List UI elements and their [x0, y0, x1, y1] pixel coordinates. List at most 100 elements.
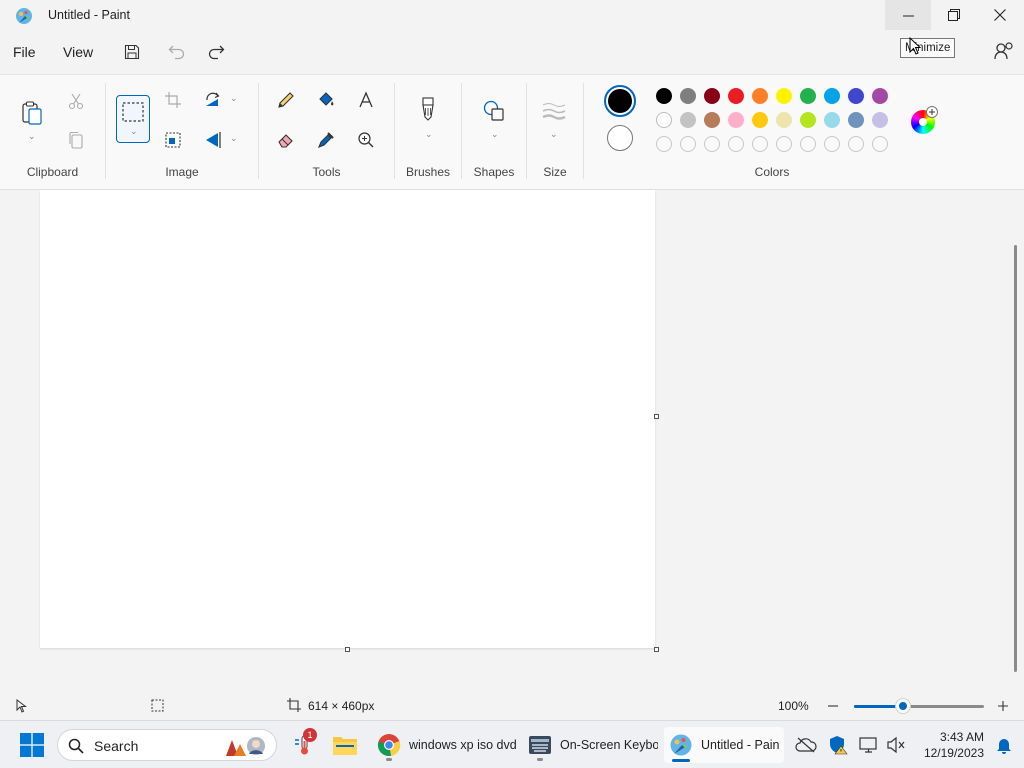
menu-file[interactable]: File — [13, 44, 36, 60]
color-swatch[interactable] — [656, 112, 672, 128]
taskbar-app-paint[interactable]: Untitled - Pain — [664, 727, 784, 763]
flip-button[interactable] — [199, 126, 227, 154]
color-swatch[interactable] — [800, 112, 816, 128]
search-label: Search — [94, 738, 139, 754]
color-swatch[interactable] — [704, 112, 720, 128]
color-swatch[interactable] — [752, 88, 768, 104]
brushes-button[interactable] — [414, 95, 442, 123]
restore-button[interactable] — [931, 0, 977, 30]
secondary-color-button[interactable] — [607, 125, 633, 151]
color-swatch[interactable] — [704, 88, 720, 104]
fill-button[interactable] — [312, 86, 340, 114]
color-swatch[interactable] — [728, 88, 744, 104]
custom-color-slot[interactable] — [656, 136, 672, 152]
primary-color-button[interactable] — [604, 85, 636, 117]
color-picker-button[interactable] — [312, 126, 340, 154]
color-swatch[interactable] — [800, 88, 816, 104]
canvas-resize-handle-corner[interactable] — [654, 647, 659, 652]
custom-color-slot[interactable] — [776, 136, 792, 152]
cut-button[interactable] — [62, 87, 90, 115]
shapes-dropdown-chevron-icon[interactable]: ⌄ — [491, 129, 499, 140]
speaker-muted-icon — [887, 736, 905, 754]
taskbar-search-box[interactable]: Search — [57, 729, 277, 761]
size-dropdown-chevron-icon[interactable]: ⌄ — [550, 129, 558, 140]
zoom-level-text[interactable]: 100% — [778, 699, 809, 713]
custom-color-slot[interactable] — [824, 136, 840, 152]
custom-color-slot[interactable] — [872, 136, 888, 152]
notification-badge: 1 — [303, 728, 317, 742]
redo-button[interactable] — [203, 40, 229, 64]
custom-color-slot[interactable] — [800, 136, 816, 152]
rotate-dropdown-chevron-icon[interactable]: ⌄ — [230, 93, 238, 104]
taskbar-app-chrome[interactable]: windows xp iso dvd — [372, 727, 520, 763]
running-indicator — [537, 758, 543, 761]
color-swatch[interactable] — [752, 112, 768, 128]
text-button[interactable] — [352, 86, 380, 114]
custom-color-slot[interactable] — [680, 136, 696, 152]
menu-view[interactable]: View — [63, 44, 93, 60]
color-swatch[interactable] — [872, 112, 888, 128]
tray-onedrive[interactable] — [790, 729, 822, 761]
brushes-label: Brushes — [405, 165, 451, 179]
custom-color-slot[interactable] — [704, 136, 720, 152]
colors-label: Colors — [754, 165, 790, 179]
start-button[interactable] — [16, 729, 48, 761]
flip-icon — [206, 132, 221, 148]
color-swatch[interactable] — [680, 88, 696, 104]
zoom-out-icon[interactable] — [827, 700, 839, 712]
color-swatch[interactable] — [680, 112, 696, 128]
taskbar-file-explorer[interactable] — [329, 729, 361, 761]
zoom-in-icon[interactable] — [997, 700, 1009, 712]
paint-app-icon — [16, 8, 32, 24]
paste-dropdown-chevron-icon[interactable]: ⌄ — [28, 131, 36, 142]
eraser-button[interactable] — [272, 126, 300, 154]
tray-volume[interactable] — [880, 729, 912, 761]
vertical-scrollbar[interactable] — [1014, 245, 1017, 672]
rotate-button[interactable] — [199, 86, 227, 114]
crop-button[interactable] — [159, 86, 187, 114]
zoom-slider[interactable] — [854, 705, 984, 708]
shapes-button[interactable] — [480, 97, 508, 125]
select-button[interactable]: ⌄ — [116, 95, 150, 143]
color-swatch[interactable] — [728, 112, 744, 128]
custom-color-slot[interactable] — [848, 136, 864, 152]
color-swatch[interactable] — [824, 88, 840, 104]
zoom-slider-thumb[interactable] — [896, 699, 911, 713]
tray-notifications[interactable] — [988, 729, 1020, 761]
color-swatch[interactable] — [656, 88, 672, 104]
color-swatch[interactable] — [872, 88, 888, 104]
tools-label: Tools — [312, 165, 341, 179]
drawing-canvas[interactable] — [40, 190, 655, 648]
canvas-resize-handle-right[interactable] — [654, 414, 659, 419]
custom-color-slot[interactable] — [728, 136, 744, 152]
stroke-size-icon — [542, 103, 566, 120]
paste-button[interactable] — [17, 95, 47, 131]
size-button[interactable] — [540, 97, 568, 125]
flip-dropdown-chevron-icon[interactable]: ⌄ — [230, 133, 238, 144]
color-swatch[interactable] — [776, 88, 792, 104]
color-swatch[interactable] — [848, 112, 864, 128]
pencil-button[interactable] — [272, 86, 300, 114]
close-button[interactable] — [977, 0, 1023, 30]
copilot-icon[interactable] — [993, 40, 1015, 62]
color-swatch[interactable] — [776, 112, 792, 128]
tray-security[interactable] — [822, 729, 854, 761]
taskbar-clock[interactable]: 3:43 AM 12/19/2023 — [916, 729, 984, 761]
save-button[interactable] — [119, 40, 145, 64]
taskbar-app-osk[interactable]: On-Screen Keyboa — [524, 727, 660, 763]
color-swatch[interactable] — [848, 88, 864, 104]
custom-color-slot[interactable] — [752, 136, 768, 152]
canvas-resize-handle-bottom[interactable] — [345, 647, 350, 652]
size-label: Size — [543, 165, 567, 179]
color-swatch[interactable] — [824, 112, 840, 128]
edit-colors-button[interactable] — [909, 106, 938, 134]
copy-button[interactable] — [62, 126, 90, 154]
magnifier-button[interactable] — [352, 126, 380, 154]
search-highlight-icon — [226, 737, 265, 756]
keyboard-icon — [529, 736, 551, 754]
brushes-dropdown-chevron-icon[interactable]: ⌄ — [425, 129, 433, 140]
taskbar: Search windows xp iso dvd On-Screen Keyb… — [0, 720, 1024, 768]
resize-button[interactable] — [159, 126, 187, 154]
minimize-button[interactable] — [885, 0, 931, 30]
undo-button[interactable] — [164, 40, 190, 64]
